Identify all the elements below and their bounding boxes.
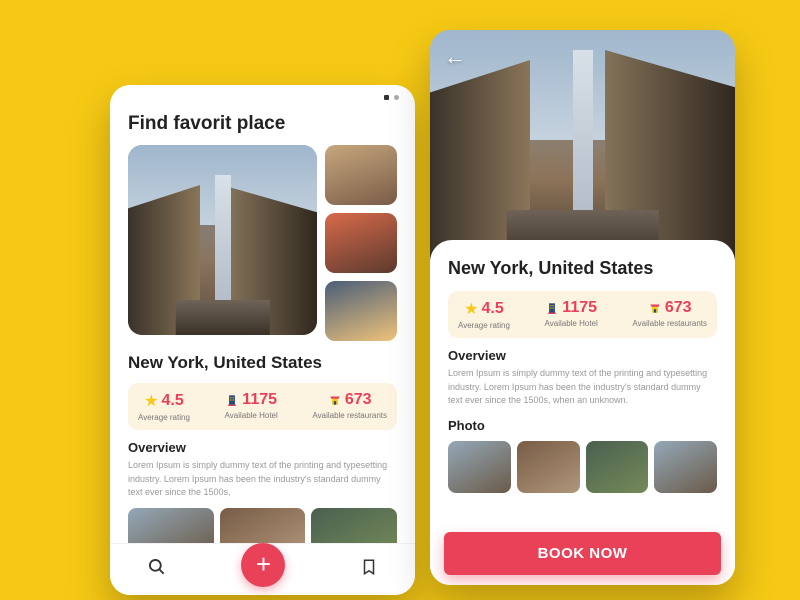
place-thumb[interactable] <box>325 213 397 273</box>
bookmark-icon[interactable] <box>360 557 378 582</box>
stat-rating: ★4.5 Average rating <box>138 391 190 422</box>
stats-panel: ★4.5 Average rating 1175 Available Hotel… <box>128 383 397 430</box>
photo-thumb[interactable] <box>586 441 649 493</box>
phone-detail-screen: ← New York, United States ★4.5 Average r… <box>430 30 735 585</box>
stat-restaurants: 673 Available restaurants <box>312 391 387 422</box>
place-thumb[interactable] <box>325 145 397 205</box>
photo-thumb[interactable] <box>517 441 580 493</box>
place-name: New York, United States <box>128 353 397 373</box>
status-indicator <box>384 95 399 100</box>
place-name: New York, United States <box>448 258 717 279</box>
star-icon: ★ <box>144 391 158 411</box>
page-title: Find favorit place <box>128 113 397 135</box>
hero-image: ← <box>430 30 735 260</box>
overview-heading: Overview <box>128 440 397 455</box>
photo-thumb[interactable] <box>654 441 717 493</box>
place-cards-row <box>128 145 397 341</box>
star-icon: ★ <box>464 299 478 319</box>
status-dot <box>394 95 399 100</box>
stats-panel: ★4.5 Average rating 1175 Available Hotel… <box>448 291 717 338</box>
overview-text: Lorem Ipsum is simply dummy text of the … <box>128 459 397 500</box>
stat-hotels: 1175 Available Hotel <box>545 299 598 330</box>
search-icon[interactable] <box>147 557 167 582</box>
building-icon <box>225 393 239 407</box>
stat-rating: ★4.5 Average rating <box>458 299 510 330</box>
food-stall-icon <box>328 393 342 407</box>
overview-text: Lorem Ipsum is simply dummy text of the … <box>448 367 717 408</box>
photo-heading: Photo <box>448 418 717 433</box>
add-button[interactable]: + <box>241 543 285 587</box>
photo-thumb[interactable] <box>448 441 511 493</box>
food-stall-icon <box>648 301 662 315</box>
book-now-button[interactable]: BOOK NOW <box>444 532 721 575</box>
featured-place-card[interactable] <box>128 145 317 335</box>
status-dot <box>384 95 389 100</box>
plus-icon: + <box>256 549 271 580</box>
building-icon <box>545 301 559 315</box>
photo-row <box>448 441 717 493</box>
stat-restaurants: 673 Available restaurants <box>632 299 707 330</box>
overview-heading: Overview <box>448 348 717 363</box>
phone-list-screen: Find favorit place New York, United Stat… <box>110 85 415 595</box>
stat-hotels: 1175 Available Hotel <box>225 391 278 422</box>
back-arrow-icon[interactable]: ← <box>444 44 466 70</box>
detail-sheet: New York, United States ★4.5 Average rat… <box>430 240 735 585</box>
place-thumb[interactable] <box>325 281 397 341</box>
bottom-nav: + <box>110 543 415 595</box>
